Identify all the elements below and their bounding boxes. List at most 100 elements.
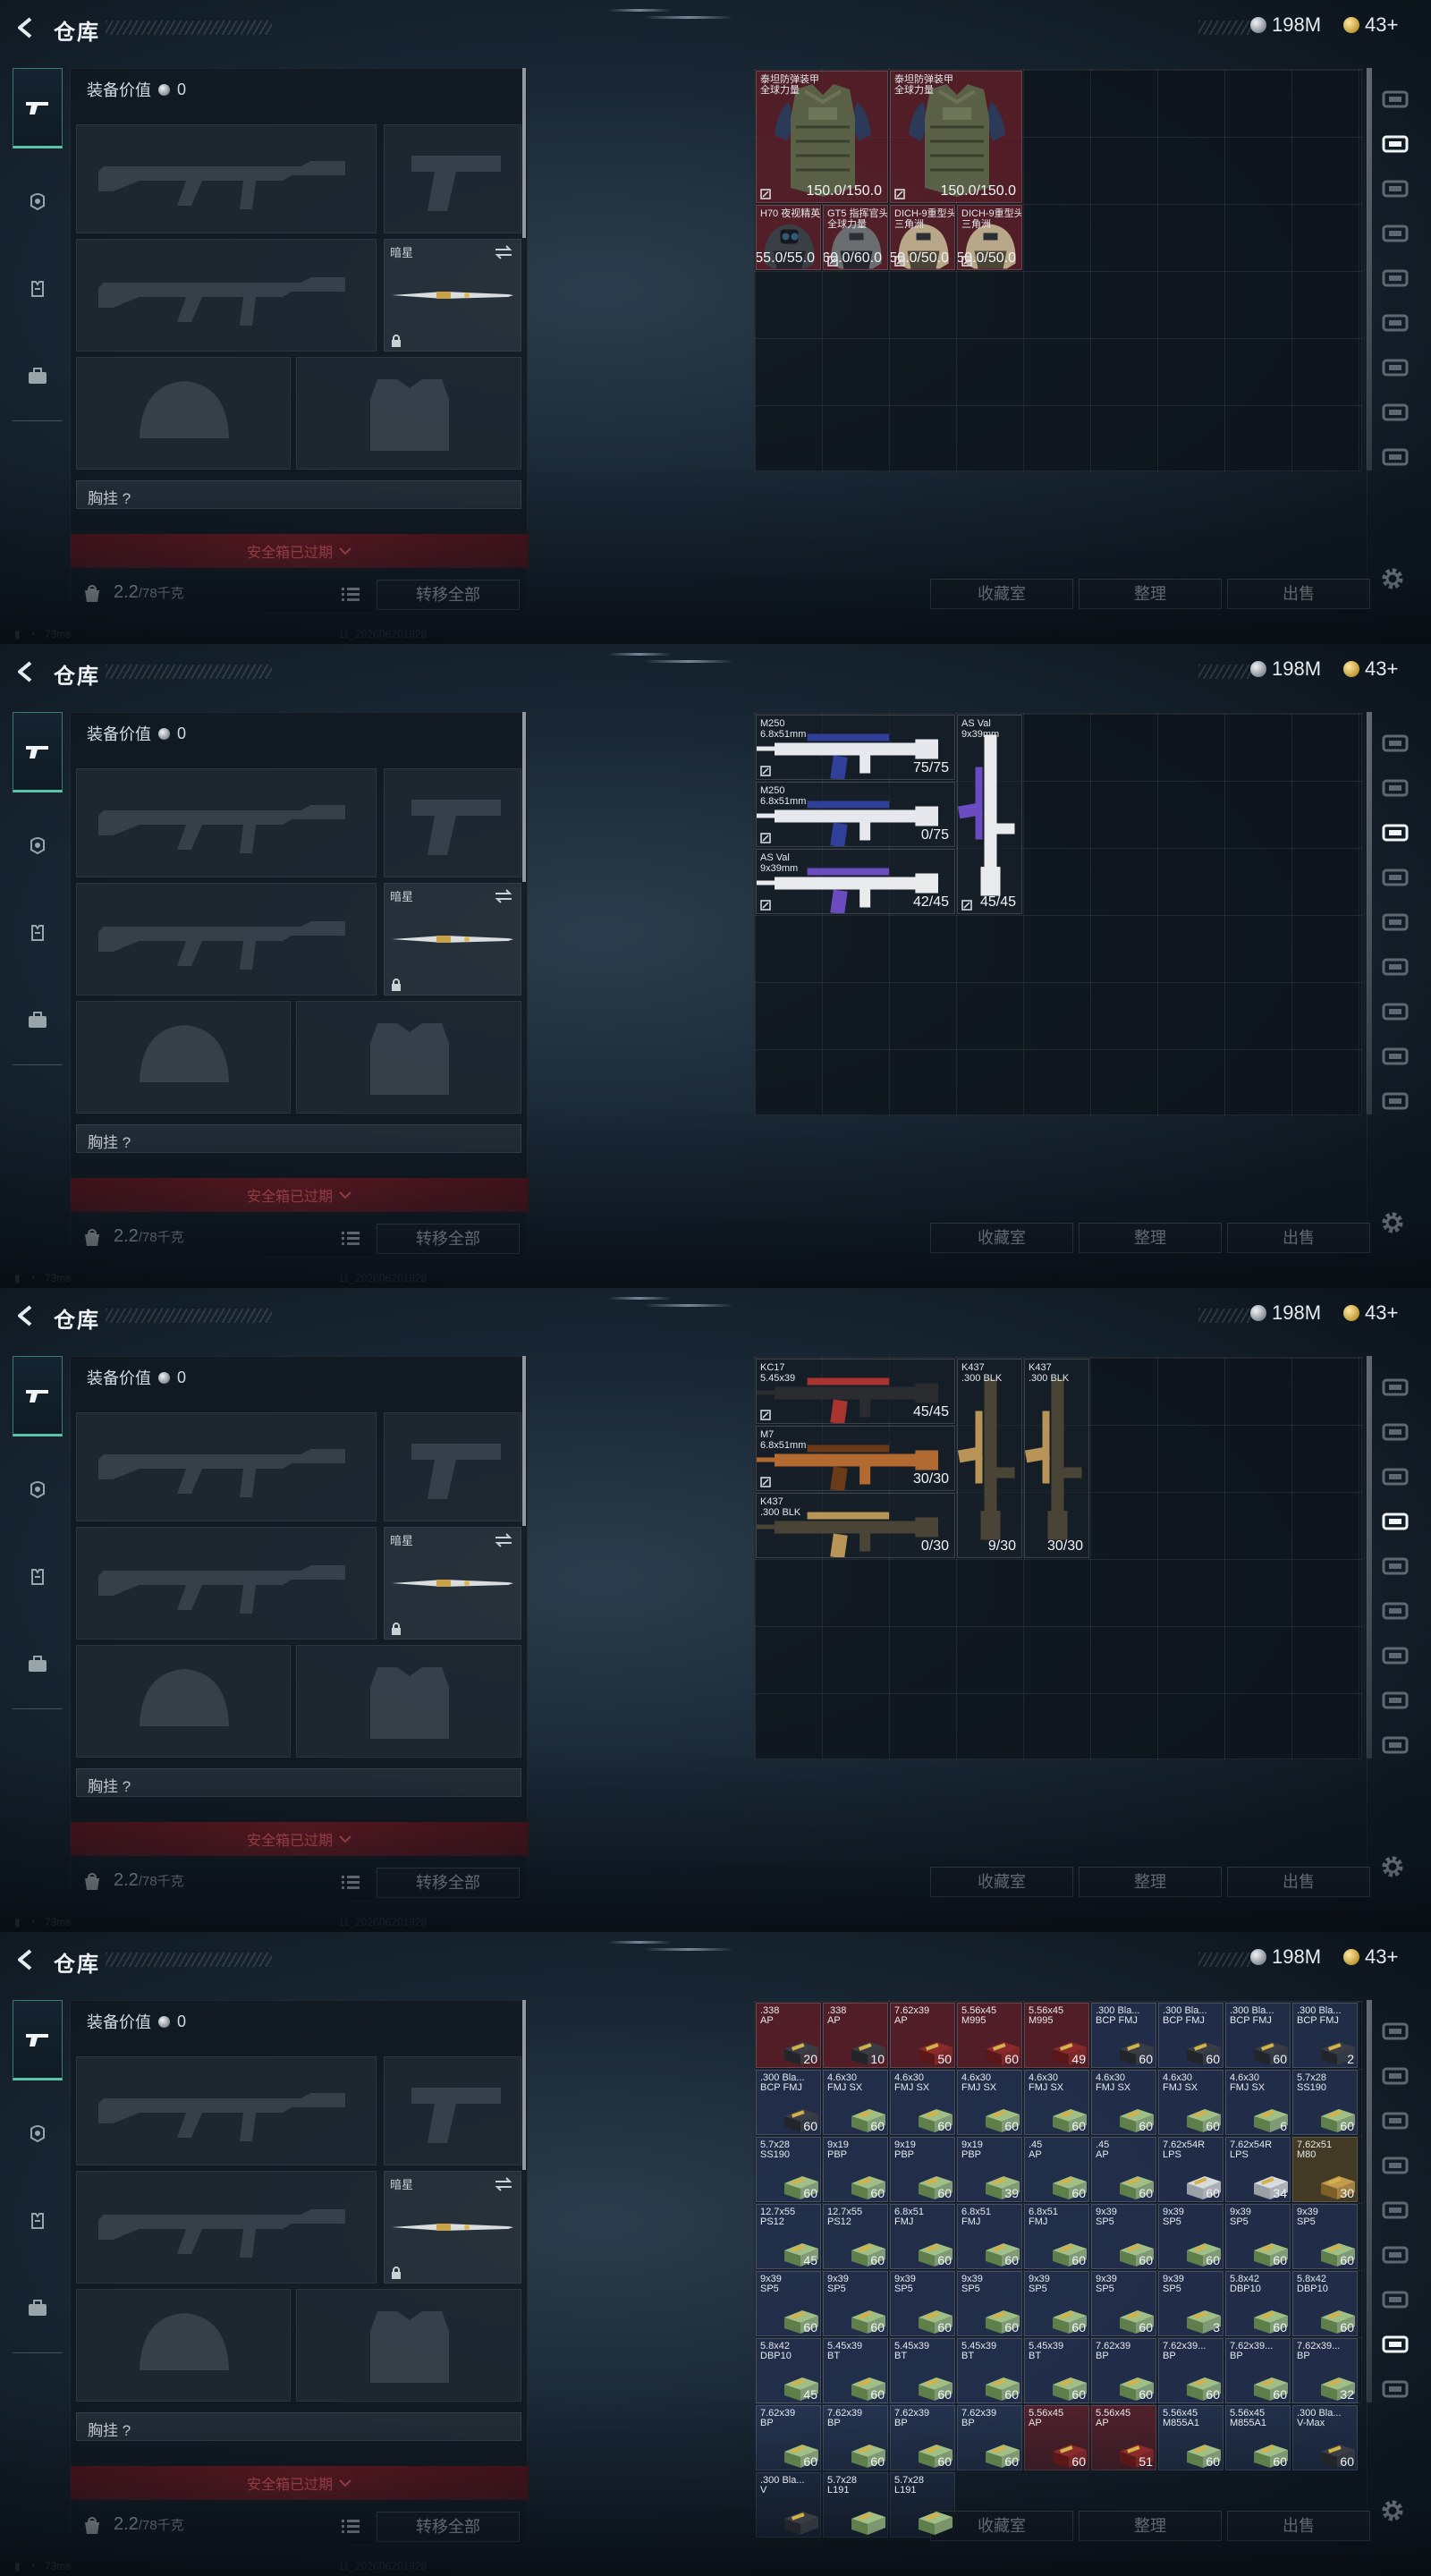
- tab-weapons[interactable]: [13, 712, 63, 792]
- ammo-item[interactable]: 4.6x30 FMJ SX 60: [823, 2070, 888, 2135]
- secondary-weapon-slot[interactable]: [76, 883, 377, 996]
- settings-button[interactable]: [1379, 1209, 1406, 1236]
- tab-armor[interactable]: [13, 161, 63, 242]
- stash-tab-smg[interactable]: [1376, 215, 1414, 252]
- ammo-item[interactable]: 5.8x42 DBP10 60: [1292, 2271, 1358, 2336]
- stash-item[interactable]: K437 .300 BLK 9/30: [957, 1359, 1022, 1558]
- stash-tab-shotgun[interactable]: [1376, 1637, 1414, 1674]
- silver-currency[interactable]: 198M: [1250, 1945, 1321, 1969]
- stash-tab-armor[interactable]: [1376, 1413, 1414, 1451]
- safe-box-expired[interactable]: 安全箱已过期: [71, 2466, 529, 2500]
- ammo-item[interactable]: 9x39 SP5 60: [1091, 2271, 1156, 2336]
- chest-rig-slot[interactable]: 胸挂 ?: [76, 1768, 521, 1797]
- ammo-item[interactable]: 7.62x39 BP 60: [1091, 2338, 1156, 2403]
- ammo-item[interactable]: 9x39 SP5 60: [1158, 2204, 1224, 2269]
- safe-box-expired[interactable]: 安全箱已过期: [71, 1178, 529, 1212]
- stash-tab-pistol[interactable]: [1376, 304, 1414, 342]
- stash-tab-ammo[interactable]: [1376, 394, 1414, 431]
- stash-tab-rifle[interactable]: [1376, 170, 1414, 208]
- ammo-item[interactable]: 9x39 SP5 60: [1225, 2204, 1291, 2269]
- stash-tab-attachment[interactable]: [1376, 1082, 1414, 1120]
- ammo-item[interactable]: 7.62x39 BP 60: [756, 2405, 821, 2470]
- list-view-button[interactable]: [341, 2517, 360, 2535]
- equipment-scrollbar[interactable]: [522, 712, 526, 882]
- favorites-button[interactable]: 收藏室: [930, 1867, 1073, 1897]
- ammo-item[interactable]: 4.6x30 FMJ SX 60: [1024, 2070, 1089, 2135]
- secondary-weapon-slot[interactable]: [76, 1527, 377, 1640]
- primary-weapon-slot[interactable]: [76, 2056, 377, 2165]
- equipment-scrollbar[interactable]: [522, 68, 526, 238]
- stash-tab-helmet[interactable]: [1376, 724, 1414, 762]
- pistol-slot[interactable]: [384, 124, 521, 233]
- equipment-scrollbar[interactable]: [522, 2000, 526, 2170]
- stash-tab-armor[interactable]: [1376, 769, 1414, 807]
- favorites-button[interactable]: 收藏室: [930, 1223, 1073, 1253]
- chest-rig-slot[interactable]: 胸挂 ?: [76, 2412, 521, 2441]
- safe-box-expired[interactable]: 安全箱已过期: [71, 534, 529, 568]
- armor-slot[interactable]: [296, 1645, 521, 1758]
- ammo-item[interactable]: 5.45x39 BT 60: [823, 2338, 888, 2403]
- swap-icon[interactable]: [494, 889, 513, 903]
- ammo-item[interactable]: 12.7x55 PS12 60: [823, 2204, 888, 2269]
- melee-slot[interactable]: 暗星: [384, 883, 521, 996]
- stash-tab-pistol[interactable]: [1376, 948, 1414, 986]
- helmet-slot[interactable]: [76, 357, 291, 470]
- ammo-item[interactable]: 4.6x30 FMJ SX 60: [1091, 2070, 1156, 2135]
- ammo-item[interactable]: .45 AP 60: [1024, 2137, 1089, 2202]
- tab-backpack[interactable]: [13, 1624, 63, 1705]
- tab-vest[interactable]: [13, 1537, 63, 1617]
- ammo-item[interactable]: 9x19 PBP 60: [890, 2137, 955, 2202]
- tab-vest[interactable]: [13, 2181, 63, 2261]
- ammo-item[interactable]: 9x39 SP5 3: [1158, 2271, 1224, 2336]
- sort-button[interactable]: 整理: [1079, 1867, 1222, 1897]
- ammo-item[interactable]: .300 Bla... V-Max 60: [1292, 2405, 1358, 2470]
- ammo-item[interactable]: 5.56x45 AP 51: [1091, 2405, 1156, 2470]
- stash-tab-smg[interactable]: [1376, 1503, 1414, 1540]
- ammo-item[interactable]: 5.45x39 BT 60: [957, 2338, 1022, 2403]
- stash-item[interactable]: M7 6.8x51mm 30/30: [756, 1426, 955, 1491]
- ammo-item[interactable]: 5.7x28 L191: [823, 2472, 888, 2538]
- stash-tab-ammo[interactable]: [1376, 1038, 1414, 1075]
- ammo-item[interactable]: 4.6x30 FMJ SX 6: [1225, 2070, 1291, 2135]
- list-view-button[interactable]: [341, 1873, 360, 1891]
- helmet-slot[interactable]: [76, 1001, 291, 1114]
- ammo-item[interactable]: 7.62x39 BP 60: [957, 2405, 1022, 2470]
- ammo-item[interactable]: 6.8x51 FMJ 60: [1024, 2204, 1089, 2269]
- tab-backpack[interactable]: [13, 980, 63, 1061]
- sell-button[interactable]: 出售: [1227, 1223, 1370, 1253]
- transfer-all-button[interactable]: 转移全部: [377, 580, 520, 610]
- silver-currency[interactable]: 198M: [1250, 1301, 1321, 1325]
- ammo-item[interactable]: 5.45x39 BT 60: [890, 2338, 955, 2403]
- stash-item[interactable]: KC17 5.45x39 45/45: [756, 1359, 955, 1424]
- stash-tab-smg[interactable]: [1376, 859, 1414, 896]
- gold-currency[interactable]: 43+: [1343, 13, 1398, 37]
- melee-slot[interactable]: 暗星: [384, 2171, 521, 2284]
- ammo-item[interactable]: 9x19 PBP 60: [823, 2137, 888, 2202]
- ammo-item[interactable]: 6.8x51 FMJ 60: [890, 2204, 955, 2269]
- ammo-item[interactable]: .300 Bla... BCP FMJ 60: [1158, 2003, 1224, 2068]
- ammo-item[interactable]: 9x39 SP5 60: [823, 2271, 888, 2336]
- silver-currency[interactable]: 198M: [1250, 657, 1321, 681]
- stash-item[interactable]: M250 6.8x51mm 75/75: [756, 715, 955, 780]
- ammo-item[interactable]: .338 AP 10: [823, 2003, 888, 2068]
- ammo-item[interactable]: 5.7x28 SS190 60: [756, 2137, 821, 2202]
- swap-icon[interactable]: [494, 1533, 513, 1547]
- stash-tab-helmet[interactable]: [1376, 80, 1414, 118]
- back-button[interactable]: [13, 1946, 39, 1973]
- ammo-item[interactable]: 4.6x30 FMJ SX 60: [957, 2070, 1022, 2135]
- ammo-item[interactable]: .45 AP 60: [1091, 2137, 1156, 2202]
- stash-item[interactable]: 泰坦防弹装甲 全球力量 150.0/150.0: [890, 71, 1022, 203]
- ammo-item[interactable]: 5.56x45 AP 60: [1024, 2405, 1089, 2470]
- transfer-all-button[interactable]: 转移全部: [377, 2512, 520, 2542]
- melee-slot[interactable]: 暗星: [384, 1527, 521, 1640]
- stash-tab-rifle[interactable]: [1376, 2102, 1414, 2140]
- stash-item[interactable]: GT5 指挥官头盔 全球力量60.0/60.0: [823, 205, 888, 270]
- tab-vest[interactable]: [13, 249, 63, 329]
- ammo-item[interactable]: 4.6x30 FMJ SX 60: [890, 2070, 955, 2135]
- sort-button[interactable]: 整理: [1079, 579, 1222, 609]
- chest-rig-slot[interactable]: 胸挂 ?: [76, 1124, 521, 1153]
- ammo-item[interactable]: 7.62x39... BP 32: [1292, 2338, 1358, 2403]
- stash-tab-shotgun[interactable]: [1376, 349, 1414, 386]
- armor-slot[interactable]: [296, 357, 521, 470]
- silver-currency[interactable]: 198M: [1250, 13, 1321, 37]
